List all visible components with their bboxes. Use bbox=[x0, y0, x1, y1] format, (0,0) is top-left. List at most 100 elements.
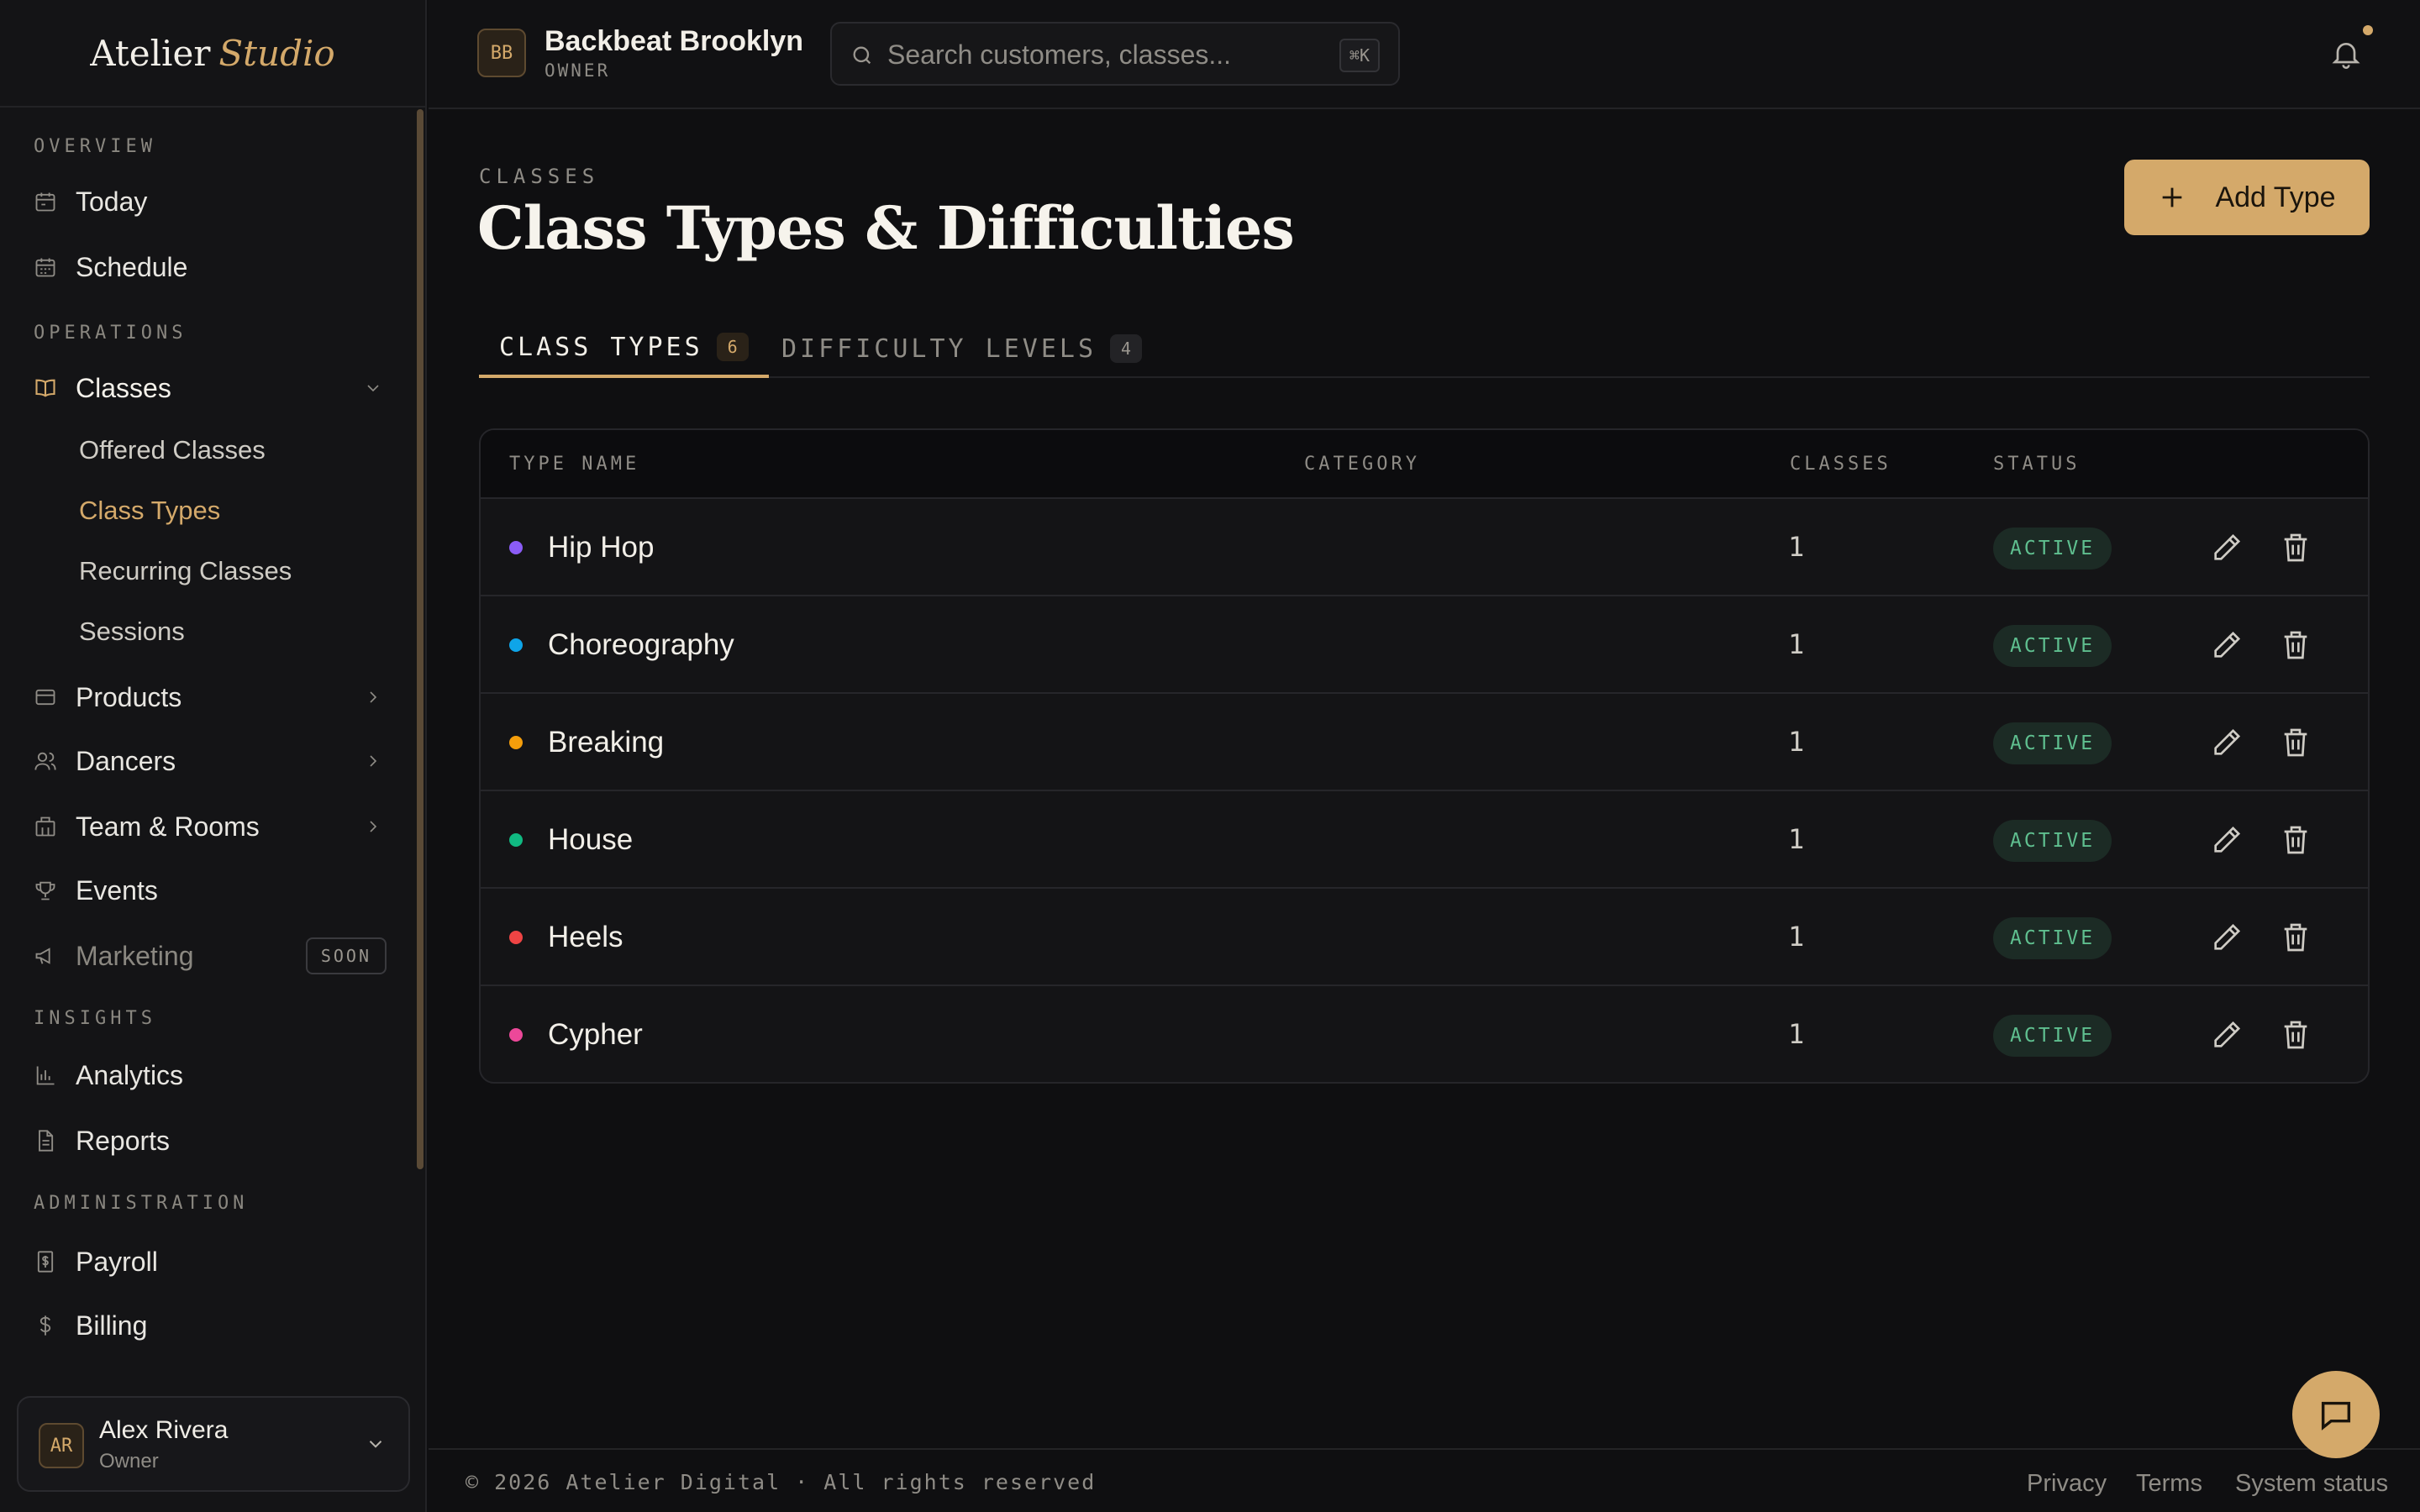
sidebar-subitem-sessions[interactable]: Sessions bbox=[79, 617, 185, 647]
book-icon bbox=[34, 376, 57, 400]
sidebar-item-analytics[interactable]: Analytics bbox=[34, 1052, 387, 1099]
brand-name: Atelier bbox=[90, 32, 211, 74]
chat-icon bbox=[2317, 1395, 2355, 1434]
sidebar-item-schedule[interactable]: Schedule bbox=[34, 244, 387, 291]
org-avatar[interactable]: BB bbox=[477, 29, 526, 77]
bar-chart-icon bbox=[34, 1063, 57, 1087]
edit-icon[interactable] bbox=[2210, 628, 2244, 662]
user-role: Owner bbox=[99, 1450, 159, 1473]
sidebar: Atelier Studio OVERVIEW Today Schedule OP… bbox=[0, 0, 427, 1512]
footer-link-privacy[interactable]: Privacy bbox=[2027, 1470, 2107, 1498]
sidebar-item-dancers[interactable]: Dancers bbox=[34, 738, 387, 785]
soon-badge: SOON bbox=[305, 937, 387, 974]
sidebar-subitem-recurring-classes[interactable]: Recurring Classes bbox=[79, 556, 292, 586]
trash-icon[interactable] bbox=[2279, 531, 2312, 564]
tab-class-types[interactable]: CLASS TYPES 6 bbox=[479, 319, 769, 378]
trash-icon[interactable] bbox=[2279, 823, 2312, 857]
sidebar-item-payroll[interactable]: Payroll bbox=[34, 1238, 387, 1285]
sidebar-item-label: Events bbox=[76, 874, 158, 906]
column-header-type-name[interactable]: TYPE NAME bbox=[509, 454, 639, 475]
schedule-icon bbox=[34, 255, 57, 279]
add-type-button[interactable]: Add Type bbox=[2124, 160, 2370, 235]
table-row[interactable]: Cypher 1 ACTIVE bbox=[481, 986, 2368, 1082]
table-row[interactable]: Hip Hop 1 ACTIVE bbox=[481, 499, 2368, 596]
type-color-dot bbox=[509, 736, 523, 749]
sidebar-item-reports[interactable]: Reports bbox=[34, 1117, 387, 1164]
table-row[interactable]: Breaking 1 ACTIVE bbox=[481, 694, 2368, 791]
class-count: 1 bbox=[1788, 531, 1805, 563]
chevron-down-icon bbox=[365, 1433, 387, 1455]
status-badge: ACTIVE bbox=[1993, 820, 2112, 862]
trophy-icon bbox=[34, 879, 57, 902]
avatar: AR bbox=[39, 1423, 84, 1468]
table-header: TYPE NAME CATEGORY CLASSES STATUS bbox=[481, 430, 2368, 499]
column-header-status[interactable]: STATUS bbox=[1993, 454, 2080, 475]
bell-icon[interactable] bbox=[2329, 37, 2363, 71]
section-label-administration: ADMINISTRATION bbox=[34, 1193, 249, 1214]
search-box[interactable]: ⌘K bbox=[830, 22, 1400, 86]
type-color-dot bbox=[509, 931, 523, 944]
users-icon bbox=[34, 749, 57, 773]
sidebar-item-label: Payroll bbox=[76, 1246, 158, 1277]
sidebar-item-label: Reports bbox=[76, 1125, 171, 1156]
user-name: Alex Rivera bbox=[99, 1416, 229, 1444]
sidebar-item-marketing[interactable]: Marketing SOON bbox=[34, 932, 387, 979]
sidebar-item-billing[interactable]: Billing bbox=[34, 1302, 387, 1349]
type-color-dot bbox=[509, 638, 523, 652]
chevron-down-icon bbox=[363, 378, 383, 398]
footer-link-terms[interactable]: Terms bbox=[2136, 1470, 2202, 1498]
megaphone-icon bbox=[34, 944, 57, 968]
page-title: Class Types & Difficulties bbox=[477, 193, 1295, 263]
tab-difficulty-levels[interactable]: DIFFICULTY LEVELS 4 bbox=[761, 319, 1162, 378]
card-icon bbox=[34, 685, 57, 709]
table-row[interactable]: House 1 ACTIVE bbox=[481, 791, 2368, 889]
chevron-right-icon bbox=[363, 816, 383, 837]
status-badge: ACTIVE bbox=[1993, 528, 2112, 570]
edit-icon[interactable] bbox=[2210, 921, 2244, 954]
sidebar-item-today[interactable]: Today bbox=[34, 178, 387, 225]
edit-icon[interactable] bbox=[2210, 726, 2244, 759]
edit-icon[interactable] bbox=[2210, 1018, 2244, 1052]
sidebar-subitem-class-types[interactable]: Class Types bbox=[79, 496, 220, 526]
sidebar-subitem-offered-classes[interactable]: Offered Classes bbox=[79, 435, 266, 465]
sidebar-item-label: Analytics bbox=[76, 1059, 184, 1090]
sidebar-item-events[interactable]: Events bbox=[34, 867, 387, 914]
tab-count: 6 bbox=[716, 333, 749, 361]
org-name[interactable]: Backbeat Brooklyn bbox=[544, 25, 803, 58]
table-row[interactable]: Heels 1 ACTIVE bbox=[481, 889, 2368, 986]
trash-icon[interactable] bbox=[2279, 726, 2312, 759]
brand-logo[interactable]: Atelier Studio bbox=[0, 0, 425, 108]
type-name: Cypher bbox=[548, 1018, 643, 1051]
section-label-overview: OVERVIEW bbox=[34, 136, 156, 157]
sidebar-nav: OVERVIEW Today Schedule OPERATIONS Class… bbox=[0, 108, 420, 1376]
sidebar-item-label: Billing bbox=[76, 1310, 148, 1341]
table-row[interactable]: Choreography 1 ACTIVE bbox=[481, 596, 2368, 694]
topbar: BB Backbeat Brooklyn OWNER ⌘K bbox=[429, 0, 2420, 109]
sidebar-item-label: Schedule bbox=[76, 251, 188, 282]
edit-icon[interactable] bbox=[2210, 823, 2244, 857]
chat-button[interactable] bbox=[2292, 1371, 2380, 1458]
sidebar-item-label: Classes bbox=[76, 372, 171, 403]
copyright: © 2026 Atelier Digital · All rights rese… bbox=[466, 1470, 1097, 1494]
tab-bar: CLASS TYPES 6 DIFFICULTY LEVELS 4 bbox=[479, 319, 2370, 378]
status-badge: ACTIVE bbox=[1993, 625, 2112, 667]
trash-icon[interactable] bbox=[2279, 628, 2312, 662]
edit-icon[interactable] bbox=[2210, 531, 2244, 564]
sidebar-item-products[interactable]: Products bbox=[34, 674, 387, 721]
tab-count: 4 bbox=[1110, 334, 1143, 363]
column-header-category[interactable]: CATEGORY bbox=[1304, 454, 1420, 475]
tab-label: DIFFICULTY LEVELS bbox=[781, 333, 1097, 364]
footer-link-system-status[interactable]: System status bbox=[2235, 1470, 2388, 1498]
add-type-label: Add Type bbox=[2215, 181, 2336, 213]
trash-icon[interactable] bbox=[2279, 1018, 2312, 1052]
column-header-classes[interactable]: CLASSES bbox=[1790, 454, 1891, 475]
sidebar-item-classes[interactable]: Classes bbox=[34, 365, 387, 412]
chevron-right-icon bbox=[363, 751, 383, 771]
sidebar-item-label: Products bbox=[76, 681, 182, 712]
search-input[interactable] bbox=[887, 35, 1324, 74]
user-menu[interactable]: AR Alex Rivera Owner bbox=[17, 1396, 410, 1492]
trash-icon[interactable] bbox=[2279, 921, 2312, 954]
class-count: 1 bbox=[1788, 726, 1805, 758]
sidebar-item-team-rooms[interactable]: Team & Rooms bbox=[34, 803, 387, 850]
search-icon bbox=[850, 44, 874, 67]
